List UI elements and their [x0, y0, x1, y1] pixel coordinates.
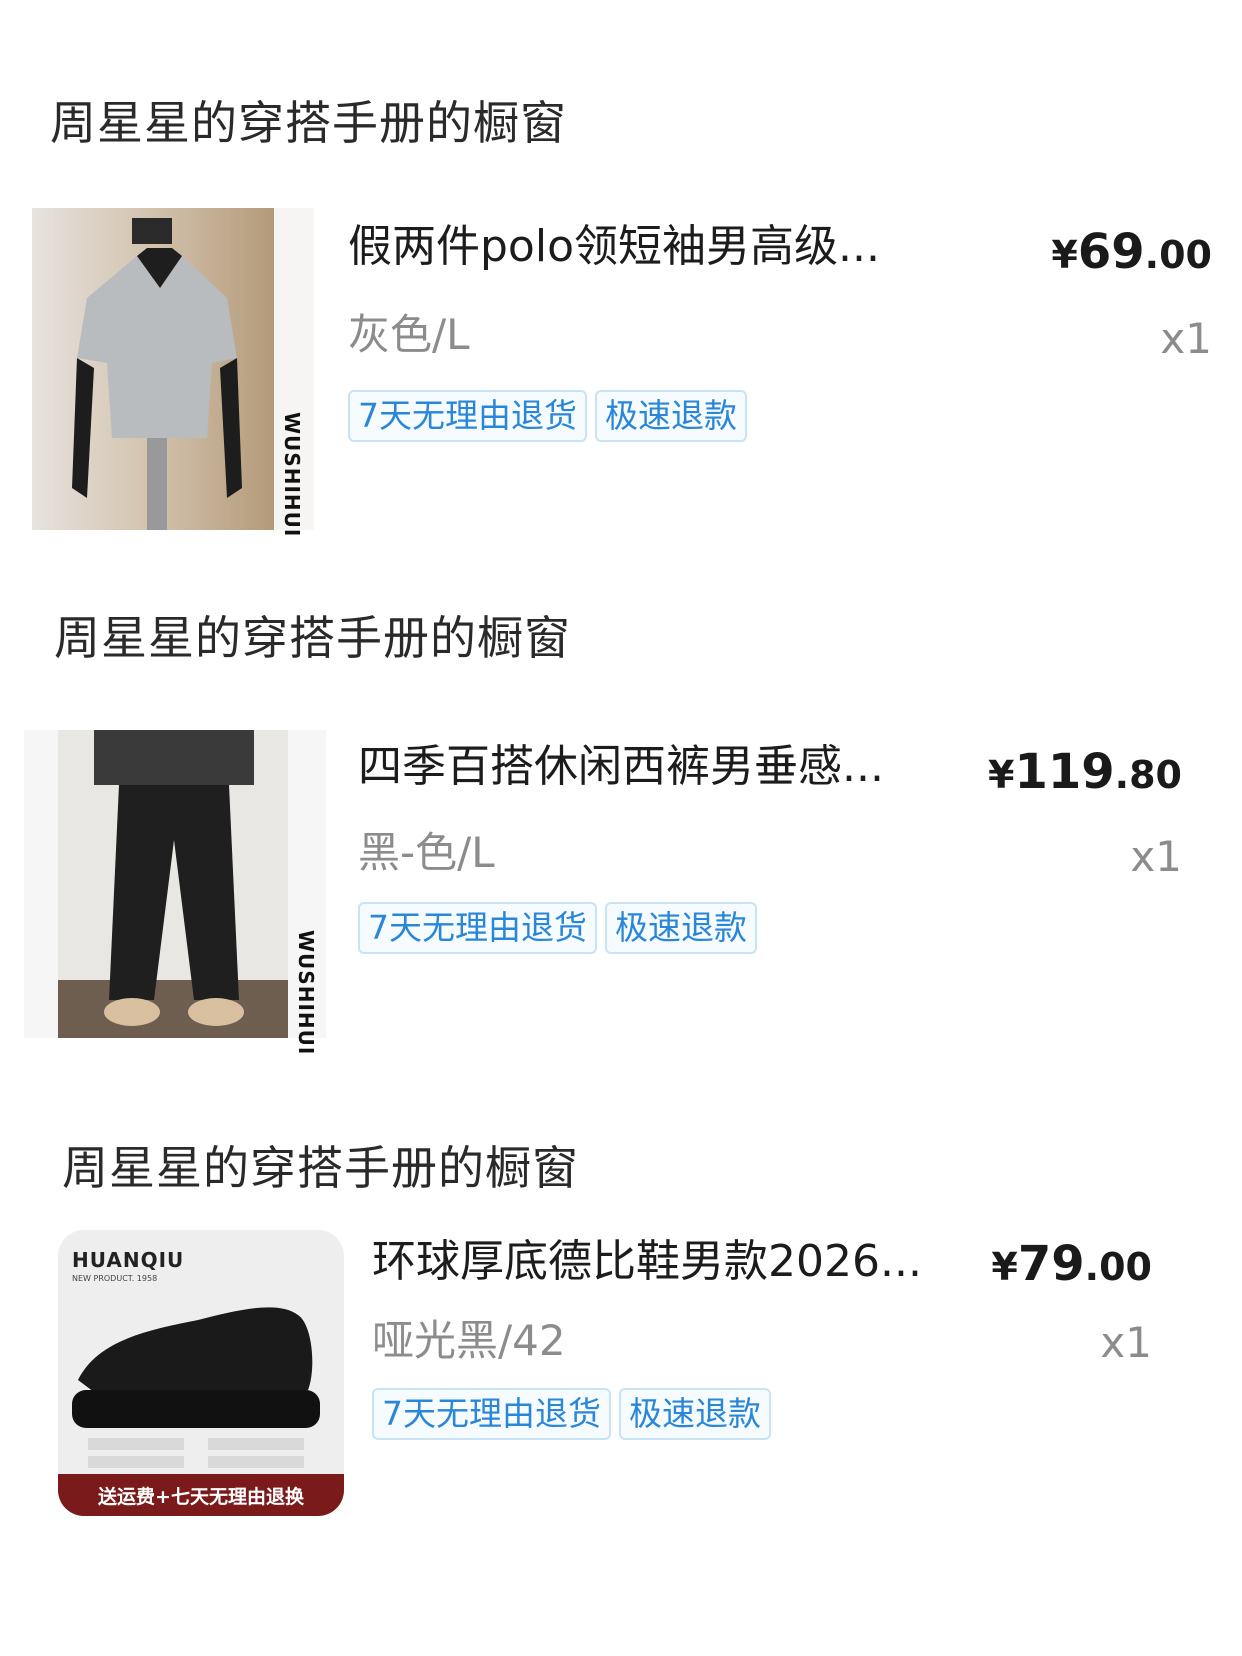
brand-watermark: WUSHIHUI [280, 412, 304, 538]
return-policy-tag: 7天无理由退货 [372, 1388, 611, 1441]
fast-refund-tag: 极速退款 [619, 1388, 771, 1441]
product-price: ¥79.00 [991, 1236, 1152, 1292]
shop-title[interactable]: 周星星的穿搭手册的橱窗 [62, 1145, 579, 1191]
service-tags: 7天无理由退货 极速退款 [372, 1388, 771, 1441]
promo-banner: 送运费+七天无理由退换 [98, 1486, 304, 1508]
product-image[interactable]: HUANQIU NEW PRODUCT. 1958 送运费+七天无理由退换 [58, 1230, 344, 1516]
order-item[interactable]: 周星星的穿搭手册的橱窗 HUANQIU NEW PRODUCT. 1958 送运… [0, 0, 1242, 1560]
derby-shoe-image [58, 1307, 344, 1516]
product-quantity: x1 [1100, 1318, 1152, 1367]
product-title[interactable]: 环球厚底德比鞋男款2026... [372, 1240, 922, 1284]
product-variant: 哑光黑/42 [372, 1316, 566, 1365]
